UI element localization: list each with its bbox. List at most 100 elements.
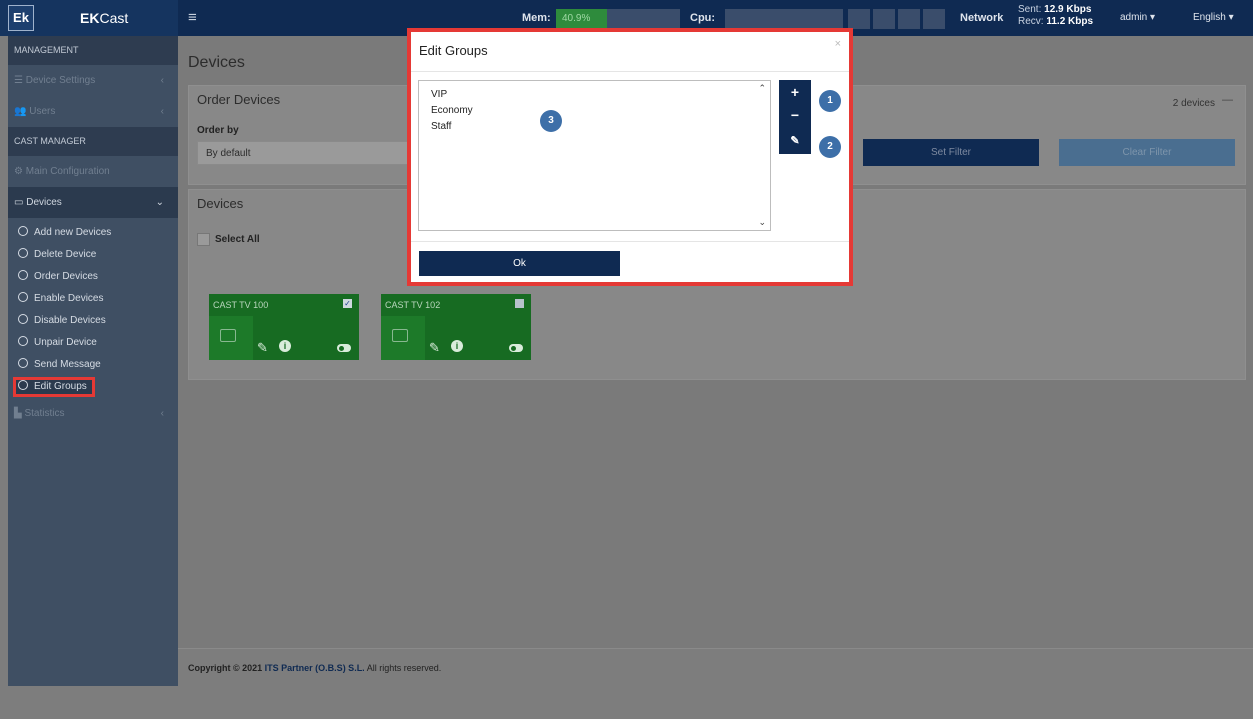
device-checkbox[interactable]: ✓ [343,299,352,308]
brand-logo: Ek [8,5,34,31]
info-icon[interactable]: i [451,340,463,352]
cpu-core-box [898,9,920,29]
submenu-label: Add new Devices [34,227,112,238]
toggle-icon[interactable] [337,344,351,352]
group-item-economy[interactable]: Economy [431,105,473,116]
clear-filter-button[interactable]: Clear Filter [1059,139,1235,166]
cast-icon [220,329,236,342]
submenu-enable-devices[interactable]: Enable Devices [8,288,178,310]
copyright-prefix: Copyright © 2021 [188,663,263,673]
info-icon[interactable]: i [279,340,291,352]
cast-icon [392,329,408,342]
edit-icon[interactable]: ✎ [429,340,440,356]
network-values: Sent: 12.9 Kbps Recv: 11.2 Kbps [1018,4,1093,28]
callout-badge-1: 1 [819,90,841,112]
circle-icon [18,380,28,391]
brand-name: EKCast [80,10,128,26]
footer: Copyright © 2021 ITS Partner (O.B.S) S.L… [178,648,1253,687]
submenu-edit-groups[interactable]: Edit Groups [13,377,95,397]
callout-badge-3: 3 [540,110,562,132]
company-link[interactable]: ITS Partner (O.B.S) S.L. [265,663,365,673]
language-name: English [1193,12,1226,23]
submenu-delete-device[interactable]: Delete Device [8,244,178,266]
edit-group-button[interactable]: ✎ [779,128,811,154]
checkbox-icon [197,233,210,246]
chevron-left-icon: ‹ [160,75,164,86]
submenu-label: Delete Device [34,249,97,260]
circle-icon [18,314,28,325]
toggle-icon[interactable] [509,344,523,352]
device-icon-area [381,316,425,360]
panel-title: Devices [197,196,244,211]
submenu-order-devices[interactable]: Order Devices [8,266,178,288]
device-count: 2 devices [1172,98,1215,109]
submenu-label: Disable Devices [34,315,106,326]
submenu-add-new-devices[interactable]: Add new Devices [8,222,178,244]
scroll-up-icon[interactable]: ⌃ [758,83,766,94]
cpu-bar [725,9,843,29]
bottom-strip [0,686,1253,719]
users-icon: 👥 [14,106,27,117]
device-card[interactable]: CAST TV 100 ✓ ✎ i [209,294,359,360]
callout-badge-2: 2 [819,136,841,158]
select-all-label: Select All [215,234,260,246]
menu-icon[interactable]: ≡ [188,9,197,26]
sidebar-section-cast-manager: CAST MANAGER [8,127,178,156]
cpu-core-box [848,9,870,29]
collapse-icon[interactable]: — [1222,94,1233,106]
sidebar-item-label: Device Settings [25,75,96,86]
copyright-text: Copyright © 2021 ITS Partner (O.B.S) S.L… [188,663,441,673]
sidebar-item-users[interactable]: 👥 Users ‹ [8,96,178,127]
sidebar-item-device-settings[interactable]: ☰ Device Settings ‹ [8,65,178,96]
close-icon[interactable]: × [835,38,841,50]
brand-name-bold: EK [80,10,100,26]
devices-submenu: Add new Devices Delete Device Order Devi… [8,218,178,397]
chevron-left-icon: ‹ [160,408,164,419]
submenu-send-message[interactable]: Send Message [8,354,178,376]
sidebar-item-main-configuration[interactable]: ⚙ Main Configuration [8,156,178,187]
edit-icon: ✎ [790,135,800,147]
device-checkbox[interactable] [515,299,524,308]
submenu-label: Edit Groups [34,381,87,392]
group-item-vip[interactable]: VIP [431,89,447,100]
submenu-disable-devices[interactable]: Disable Devices [8,310,178,332]
recv-label: Recv: [1018,16,1044,27]
recv-value: 11.2 Kbps [1046,16,1094,27]
submenu-label: Unpair Device [34,337,97,348]
circle-icon [18,226,28,237]
ok-button[interactable]: Ok [419,251,620,276]
mem-value: 40.9% [562,13,591,24]
edit-icon[interactable]: ✎ [257,340,268,356]
sidebar: MANAGEMENT ☰ Device Settings ‹ 👥 Users ‹ C… [8,36,178,686]
cpu-label: Cpu: [690,12,716,24]
network-label: Network [960,12,1004,24]
sent-value: 12.9 Kbps [1044,4,1092,15]
brand-name-rest: Cast [99,10,129,26]
submenu-unpair-device[interactable]: Unpair Device [8,332,178,354]
scroll-down-icon[interactable]: ⌄ [758,217,766,228]
copyright-suffix: All rights reserved. [366,663,442,673]
group-item-staff[interactable]: Staff [431,121,451,132]
remove-group-button[interactable]: − [779,104,811,128]
chart-icon: ▙ [14,408,22,419]
cpu-core-box [873,9,895,29]
language-menu[interactable]: English ▾ [1193,12,1234,23]
user-menu[interactable]: admin ▾ [1120,12,1155,23]
devices-icon: ▭ [14,197,24,208]
device-card[interactable]: CAST TV 102 ✎ i [381,294,531,360]
group-listbox[interactable]: VIP Economy Staff ⌃ ⌄ [418,80,771,231]
sidebar-item-statistics[interactable]: ▙ Statistics ‹ [8,398,178,429]
set-filter-button[interactable]: Set Filter [863,139,1039,166]
circle-icon [18,292,28,303]
sidebar-item-label: Devices [26,197,62,208]
order-by-select[interactable]: By default [197,141,417,165]
user-name: admin [1120,12,1148,23]
page-title: Devices [188,54,245,71]
sidebar-item-devices[interactable]: ▭ Devices ⌄ [8,187,178,218]
add-group-button[interactable]: + [779,80,811,104]
submenu-label: Order Devices [34,271,98,282]
brand-area[interactable]: Ek EKCast [0,0,178,36]
device-name: CAST TV 102 [385,300,441,310]
select-all-checkbox[interactable]: Select All [197,233,260,246]
circle-icon [18,248,28,259]
